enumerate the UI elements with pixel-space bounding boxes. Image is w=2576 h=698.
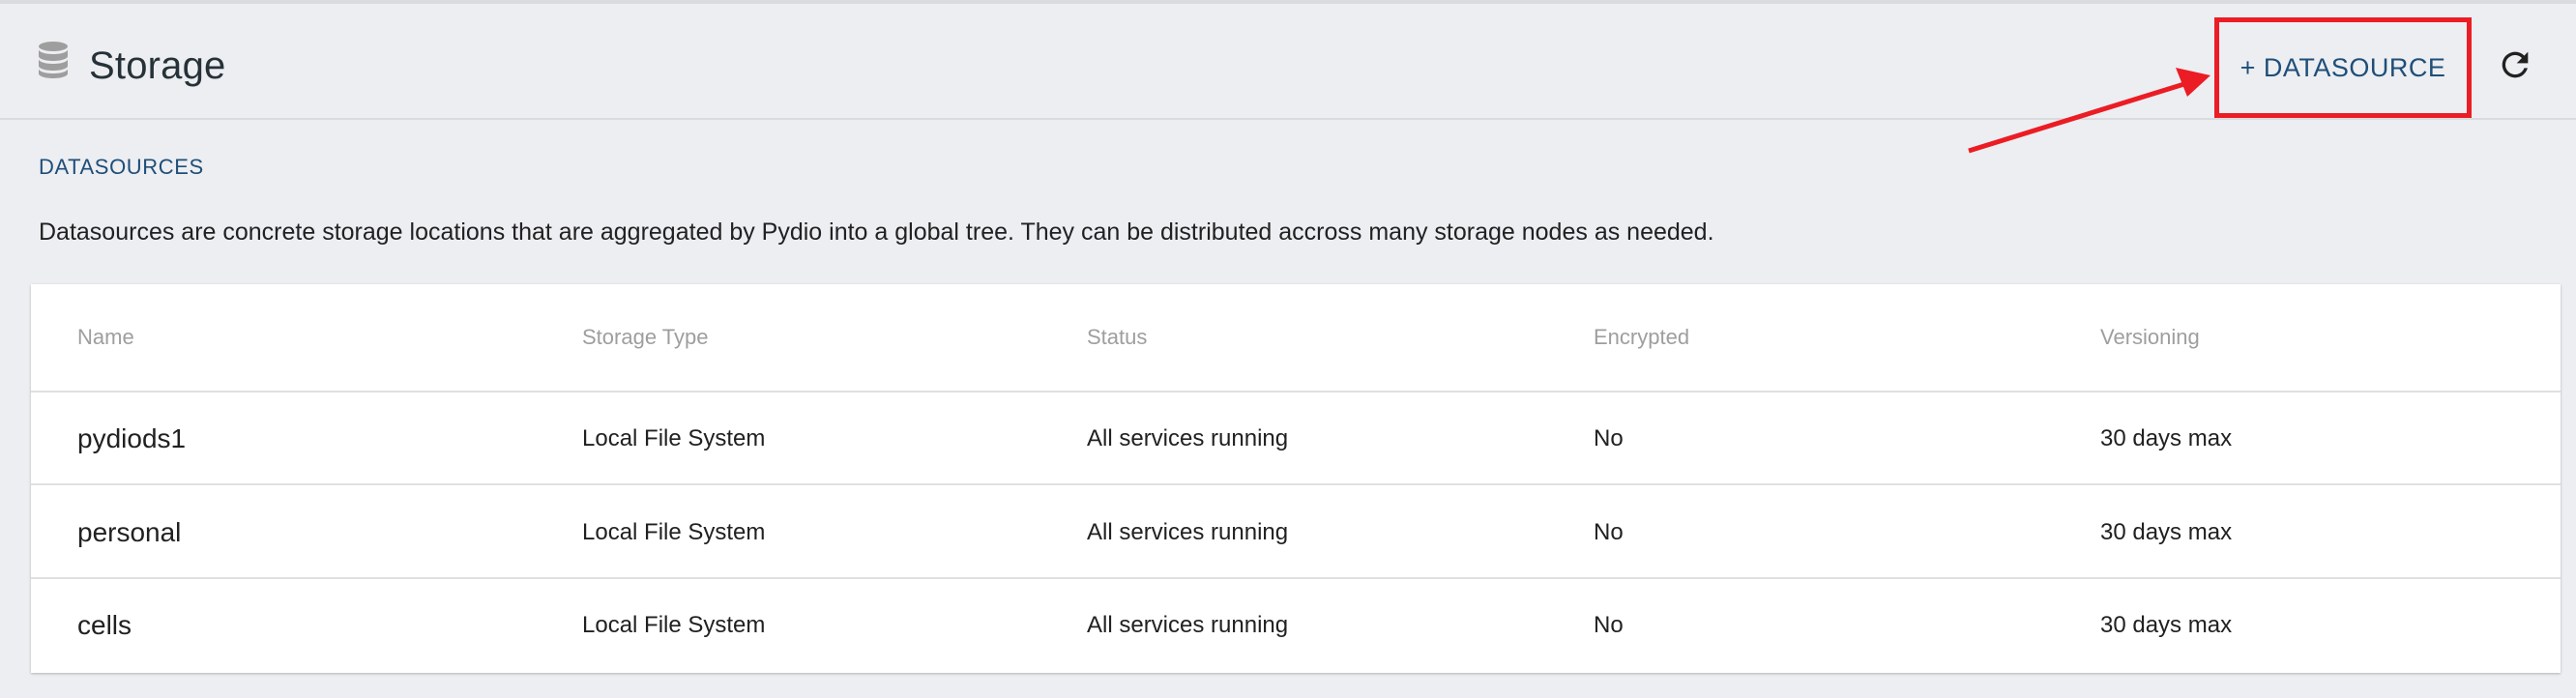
cell-name: pydiods1 <box>77 423 187 453</box>
page-title-group: Storage <box>37 39 226 93</box>
cell-versioning: 30 days max <box>2100 612 2233 638</box>
cell-encrypted: No <box>1594 519 1624 545</box>
column-header-storage-type[interactable]: Storage Type <box>582 325 708 350</box>
table-header: Name Storage Type Status Encrypted Versi… <box>31 284 2561 393</box>
refresh-button[interactable] <box>2491 41 2539 89</box>
cell-encrypted: No <box>1594 612 1624 638</box>
table-row[interactable]: personal Local File System All services … <box>31 486 2561 579</box>
column-header-status[interactable]: Status <box>1087 325 1147 350</box>
cell-versioning: 30 days max <box>2100 425 2233 451</box>
section-title: DATASOURCES <box>39 155 204 179</box>
cell-status: All services running <box>1087 425 1289 451</box>
cell-storage-type: Local File System <box>582 425 766 451</box>
cell-versioning: 30 days max <box>2100 519 2233 545</box>
page-title: Storage <box>89 44 226 87</box>
database-icon <box>39 42 68 78</box>
column-header-versioning[interactable]: Versioning <box>2100 325 2200 350</box>
cell-name: cells <box>77 610 132 640</box>
add-datasource-button[interactable]: + DATASOURCE <box>2214 17 2472 118</box>
column-header-name[interactable]: Name <box>77 325 134 350</box>
cell-name: personal <box>77 517 182 547</box>
cell-encrypted: No <box>1594 425 1624 451</box>
datasources-table: Name Storage Type Status Encrypted Versi… <box>31 284 2561 673</box>
column-header-encrypted[interactable]: Encrypted <box>1594 325 1689 350</box>
table-row[interactable]: cells Local File System All services run… <box>31 579 2561 672</box>
cell-storage-type: Local File System <box>582 612 766 638</box>
cell-status: All services running <box>1087 612 1289 638</box>
section-description: Datasources are concrete storage locatio… <box>39 218 1714 246</box>
cell-status: All services running <box>1087 519 1289 545</box>
table-row[interactable]: pydiods1 Local File System All services … <box>31 393 2561 485</box>
header-bar: Storage + DATASOURCE <box>0 0 2576 120</box>
cell-storage-type: Local File System <box>582 519 766 545</box>
refresh-icon <box>2502 51 2529 78</box>
